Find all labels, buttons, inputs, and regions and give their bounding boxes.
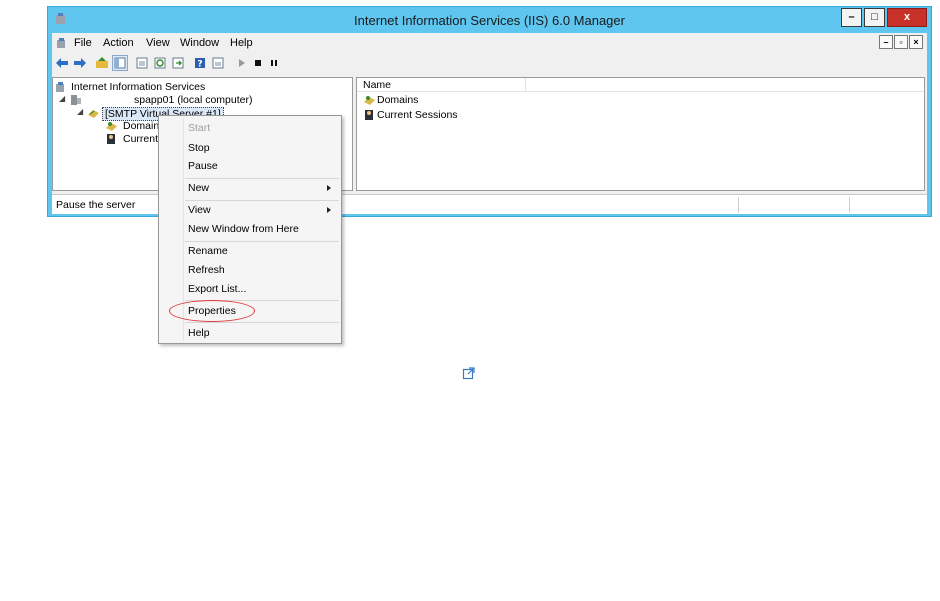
menu-separator xyxy=(185,200,339,201)
export-list-icon[interactable] xyxy=(170,55,186,71)
open-in-new-window-icon[interactable] xyxy=(462,366,476,380)
tree-label-root: Internet Information Services xyxy=(71,81,206,93)
menu-item-export-list[interactable]: Export List... xyxy=(188,281,246,297)
menu-item-rename[interactable]: Rename xyxy=(188,243,228,259)
domains-icon xyxy=(106,122,117,131)
iis-root-icon xyxy=(56,82,64,92)
menu-window[interactable]: Window xyxy=(180,37,219,49)
menu-action[interactable]: Action xyxy=(103,37,134,49)
menu-item-pause[interactable]: Pause xyxy=(188,158,218,174)
svg-text:?: ? xyxy=(197,60,202,70)
current-sessions-icon xyxy=(365,110,373,120)
title-bar[interactable]: Internet Information Services (IIS) 6.0 … xyxy=(48,7,931,33)
tree-node-root[interactable]: Internet Information Services xyxy=(55,81,345,95)
list-label-current-sessions: Current Sessions xyxy=(377,109,458,121)
pause-icon[interactable] xyxy=(266,55,282,71)
mdi-restore-button[interactable]: ▫ xyxy=(894,35,908,49)
menu-item-help[interactable]: Help xyxy=(188,325,210,341)
menu-item-view[interactable]: View xyxy=(188,202,211,218)
forward-arrow-icon[interactable] xyxy=(72,55,88,71)
refresh-icon[interactable] xyxy=(152,55,168,71)
submenu-arrow-icon xyxy=(327,207,331,213)
menu-item-new[interactable]: New xyxy=(188,180,209,196)
tree-node-computer[interactable]: ◢ spapp01 (local computer) xyxy=(59,94,349,108)
results-pane[interactable]: Name Domains Current Sessions xyxy=(356,77,925,191)
help-icon[interactable]: ? xyxy=(192,55,208,71)
mmc-system-menu-icon[interactable] xyxy=(56,37,68,49)
menu-item-stop[interactable]: Stop xyxy=(188,140,210,156)
status-text: Pause the server xyxy=(56,199,136,211)
status-divider xyxy=(849,197,850,213)
show-hide-tree-icon[interactable] xyxy=(112,55,128,71)
window-title: Internet Information Services (IIS) 6.0 … xyxy=(354,13,625,28)
menu-view[interactable]: View xyxy=(146,37,170,49)
list-label-domains: Domains xyxy=(377,94,419,106)
tree-label-current-sessions: Current xyxy=(123,133,159,145)
mdi-close-button[interactable]: × xyxy=(909,35,923,49)
collapse-arrow-icon[interactable]: ◢ xyxy=(59,94,65,103)
up-folder-icon[interactable] xyxy=(94,55,110,71)
computer-icon xyxy=(71,95,81,105)
tree-label-domains: Domain xyxy=(123,120,160,132)
current-sessions-icon xyxy=(107,134,115,144)
details-view-icon[interactable] xyxy=(210,55,226,71)
toolbar: ? xyxy=(52,53,927,73)
menu-item-start: Start xyxy=(188,122,211,134)
column-separator[interactable] xyxy=(525,78,526,92)
menu-separator xyxy=(185,322,339,323)
menu-bar: File Action View Window Help – ▫ × xyxy=(52,33,927,53)
minimize-button[interactable]: – xyxy=(841,8,862,27)
collapse-arrow-icon[interactable]: ◢ xyxy=(77,107,83,116)
menu-item-new-window[interactable]: New Window from Here xyxy=(188,221,299,237)
tree-label-computer: spapp01 (local computer) xyxy=(134,94,253,106)
console-view-icon[interactable] xyxy=(134,55,150,71)
status-divider xyxy=(738,197,739,213)
domains-icon xyxy=(364,96,375,105)
mdi-minimize-button[interactable]: – xyxy=(879,35,893,49)
column-header-name[interactable]: Name xyxy=(363,79,391,91)
submenu-arrow-icon xyxy=(327,185,331,191)
menu-help[interactable]: Help xyxy=(230,37,253,49)
play-icon[interactable] xyxy=(234,55,250,71)
menu-separator xyxy=(185,178,339,179)
maximize-button[interactable]: □ xyxy=(864,8,885,27)
menu-file[interactable]: File xyxy=(74,37,92,49)
menu-separator xyxy=(185,241,339,242)
smtp-server-icon xyxy=(88,110,99,118)
menu-item-refresh[interactable]: Refresh xyxy=(188,262,225,278)
back-arrow-icon[interactable] xyxy=(54,55,70,71)
mdi-controls: – ▫ × xyxy=(879,35,923,51)
close-button[interactable]: x xyxy=(887,8,927,27)
list-header: Name xyxy=(357,78,924,92)
properties-highlight-ellipse xyxy=(169,300,255,322)
stop-icon[interactable] xyxy=(250,55,266,71)
